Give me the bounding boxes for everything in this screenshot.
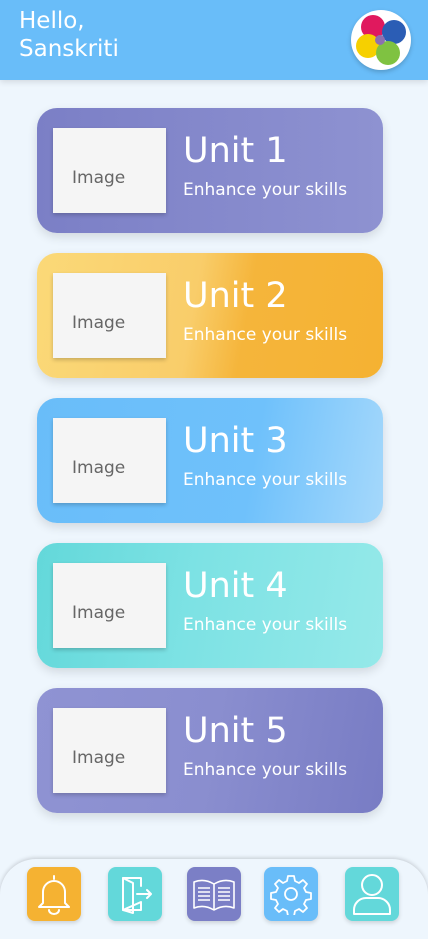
settings-button[interactable] — [264, 867, 318, 921]
gear-icon — [270, 875, 312, 915]
unit-title: Unit 5 — [183, 711, 288, 751]
unit-card-1[interactable]: Image Unit 1 Enhance your skills — [37, 108, 383, 233]
unit-subtitle: Enhance your skills — [183, 470, 348, 490]
unit-subtitle: Enhance your skills — [183, 325, 348, 345]
unit-image-placeholder: Image — [53, 418, 166, 503]
unit-subtitle: Enhance your skills — [183, 180, 348, 200]
unit-image-placeholder: Image — [53, 128, 166, 213]
lessons-button[interactable] — [187, 867, 241, 921]
image-placeholder-label: Image — [72, 168, 126, 188]
notifications-button[interactable] — [27, 867, 81, 921]
unit-image-placeholder: Image — [53, 563, 166, 648]
unit-subtitle: Enhance your skills — [183, 760, 348, 780]
unit-card-2[interactable]: Image Unit 2 Enhance your skills — [37, 253, 383, 378]
flower-logo-icon[interactable] — [351, 10, 411, 70]
unit-card-5[interactable]: Image Unit 5 Enhance your skills — [37, 688, 383, 813]
bell-icon — [38, 875, 70, 915]
image-placeholder-label: Image — [72, 603, 126, 623]
bottom-navigation — [0, 859, 428, 939]
unit-image-placeholder: Image — [53, 708, 166, 793]
unit-title: Unit 3 — [183, 421, 288, 461]
unit-subtitle: Enhance your skills — [183, 615, 348, 635]
image-placeholder-label: Image — [72, 748, 126, 768]
unit-title: Unit 1 — [183, 131, 288, 171]
unit-title: Unit 2 — [183, 276, 288, 316]
open-book-icon — [193, 879, 235, 911]
unit-card-3[interactable]: Image Unit 3 Enhance your skills — [37, 398, 383, 523]
unit-image-placeholder: Image — [53, 273, 166, 358]
profile-button[interactable] — [345, 867, 399, 921]
unit-card-4[interactable]: Image Unit 4 Enhance your skills — [37, 543, 383, 668]
app-header: Hello, Sanskriti — [0, 0, 428, 80]
logout-door-icon — [122, 877, 152, 914]
image-placeholder-label: Image — [72, 313, 126, 333]
image-placeholder-label: Image — [72, 458, 126, 478]
logout-button[interactable] — [108, 867, 162, 921]
user-profile-icon — [353, 874, 391, 915]
unit-title: Unit 4 — [183, 566, 288, 606]
unit-list: Image Unit 1 Enhance your skills Image U… — [37, 108, 383, 833]
greeting-text: Hello, Sanskriti — [19, 8, 119, 62]
